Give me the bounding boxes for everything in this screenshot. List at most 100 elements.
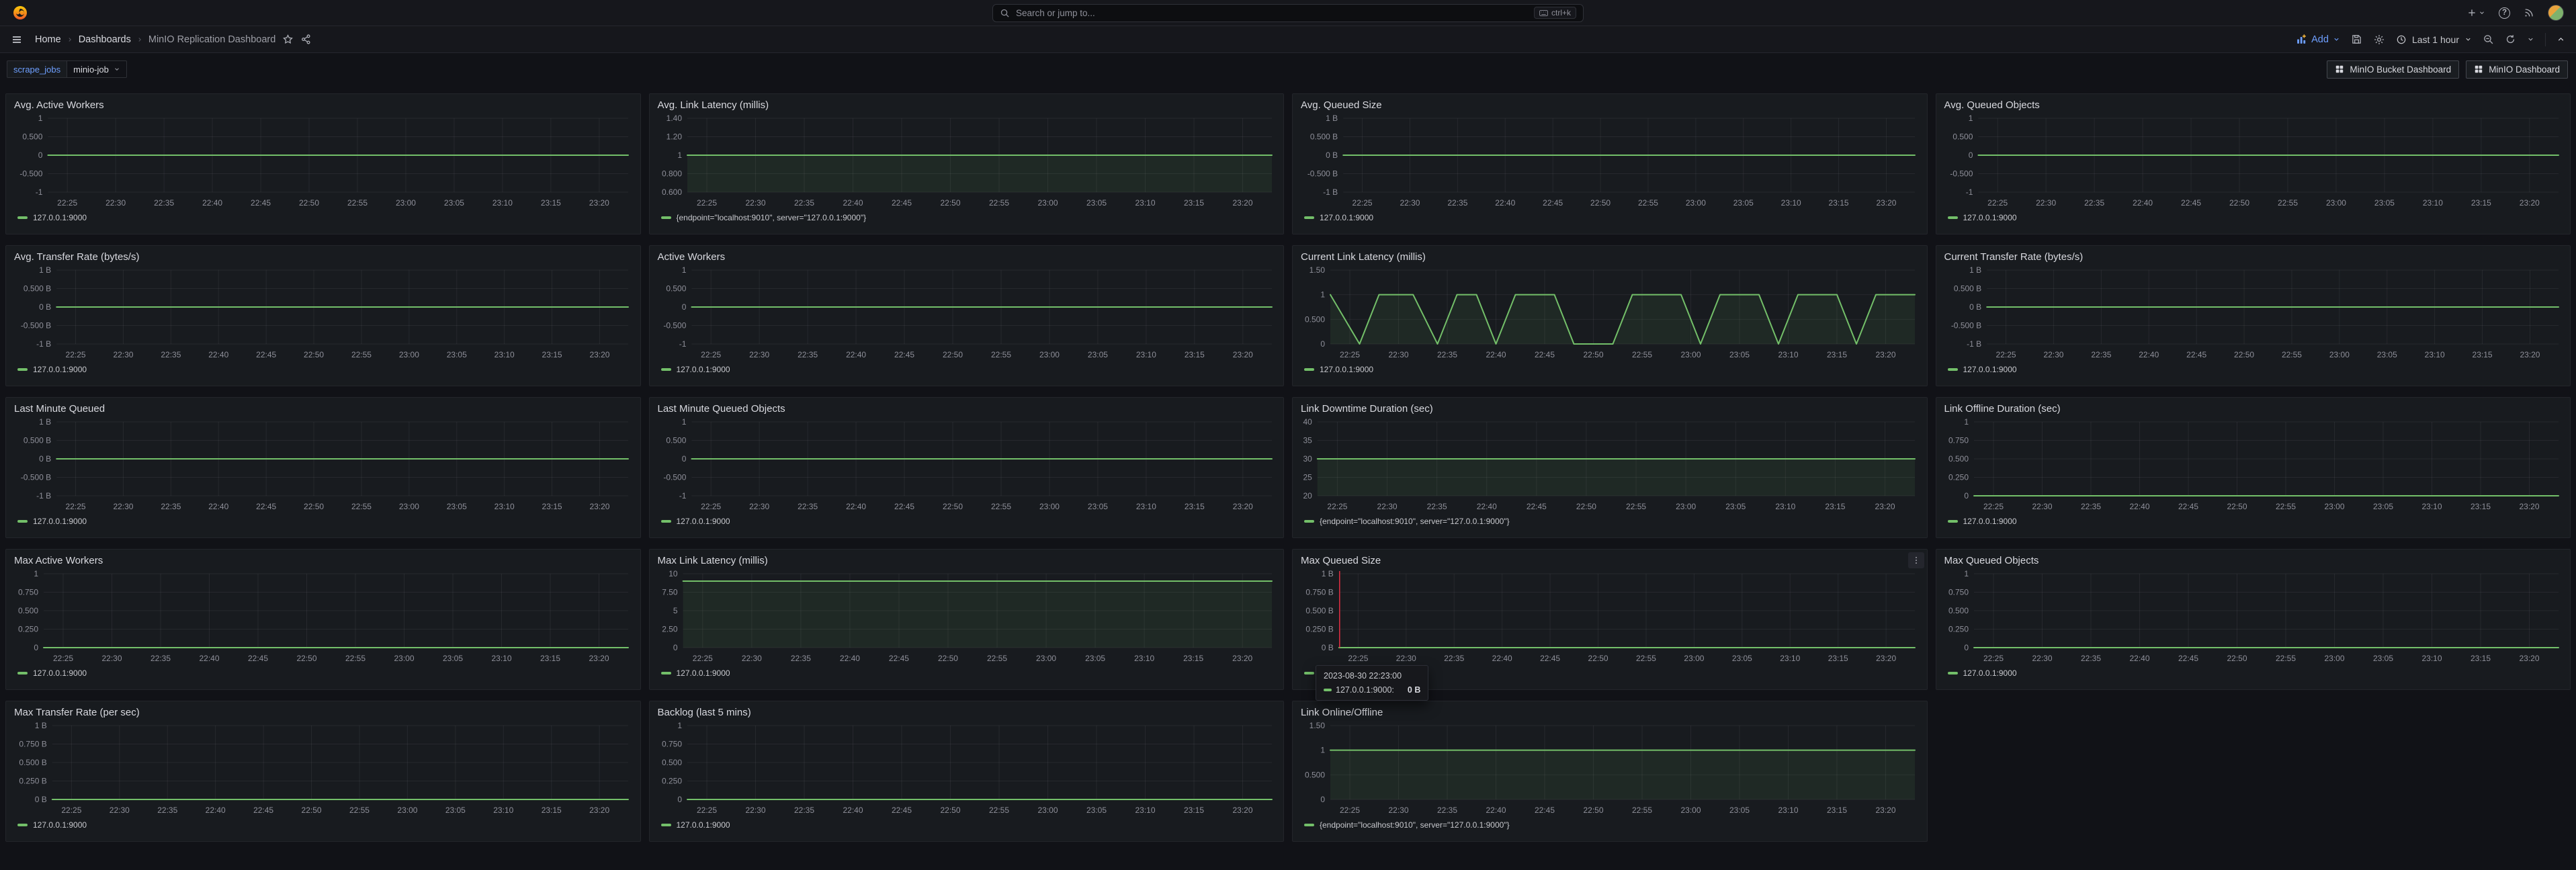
add-panel-button[interactable]: Add: [2296, 34, 2340, 45]
variable-value-dropdown[interactable]: minio-job: [67, 60, 127, 78]
create-menu-button[interactable]: [2466, 7, 2485, 18]
chart-canvas[interactable]: 107.5052.50022:2522:3022:3522:4022:4522:…: [656, 568, 1276, 666]
panel-title[interactable]: Avg. Transfer Rate (bytes/s): [14, 251, 634, 264]
chart-canvas[interactable]: 403530252022:2522:3022:3522:4022:4522:50…: [1299, 417, 1919, 515]
panel-title[interactable]: Max Link Latency (millis): [658, 554, 1277, 568]
chart-canvas[interactable]: 10.5000-0.500-122:2522:3022:3522:4022:45…: [656, 265, 1276, 363]
svg-text:22:40: 22:40: [1486, 350, 1506, 359]
panel-title[interactable]: Current Link Latency (millis): [1301, 251, 1920, 264]
chart-canvas[interactable]: 10.7500.5000.250022:2522:3022:3522:4022:…: [13, 568, 632, 666]
chart-canvas[interactable]: 10.7500.5000.250022:2522:3022:3522:4022:…: [656, 720, 1276, 818]
legend-item[interactable]: 127.0.0.1:9000: [13, 363, 634, 374]
chart-canvas[interactable]: 1 B0.500 B0 B-0.500 B-1 B22:2522:3022:35…: [1299, 113, 1919, 211]
mega-menu-button[interactable]: [11, 34, 23, 45]
time-range-picker[interactable]: Last 1 hour: [2396, 34, 2472, 45]
grafana-logo-icon[interactable]: [12, 5, 28, 21]
legend-item[interactable]: {endpoint="localhost:9010", server="127.…: [1299, 818, 1920, 830]
dashboard-settings-button[interactable]: [2373, 34, 2385, 46]
panel-title[interactable]: Link Downtime Duration (sec): [1301, 402, 1920, 416]
chart-canvas[interactable]: 10.7500.5000.250022:2522:3022:3522:4022:…: [1943, 417, 2563, 515]
link-minio-bucket-dashboard[interactable]: MinIO Bucket Dashboard: [2327, 60, 2459, 79]
svg-text:-1: -1: [679, 339, 686, 349]
panel-title[interactable]: Current Transfer Rate (bytes/s): [1944, 251, 2564, 264]
refresh-interval-dropdown[interactable]: [2527, 36, 2534, 43]
panel-title[interactable]: Max Transfer Rate (per sec): [14, 706, 634, 720]
chart-canvas[interactable]: 10.7500.5000.250022:2522:3022:3522:4022:…: [1943, 568, 2563, 666]
chevron-right-icon: [67, 36, 73, 43]
svg-text:23:15: 23:15: [542, 502, 562, 511]
panel-title[interactable]: Active Workers: [658, 251, 1277, 264]
chart-canvas[interactable]: 10.5000-0.500-122:2522:3022:3522:4022:45…: [1943, 113, 2563, 211]
panel-title[interactable]: Backlog (last 5 mins): [658, 706, 1277, 720]
svg-text:22:45: 22:45: [256, 350, 276, 359]
panel-menu-button[interactable]: [1908, 552, 1924, 568]
dashboard-links: MinIO Bucket Dashboard MinIO Dashboard: [2327, 60, 2569, 79]
search-input[interactable]: Search or jump to... ctrl+k: [992, 4, 1584, 22]
svg-text:22:45: 22:45: [891, 806, 911, 815]
news-button[interactable]: [2524, 7, 2534, 18]
panel-title[interactable]: Avg. Link Latency (millis): [658, 99, 1277, 112]
share-button[interactable]: [300, 34, 312, 45]
legend-item[interactable]: {endpoint="localhost:9010", server="127.…: [656, 211, 1277, 222]
user-avatar[interactable]: [2548, 5, 2564, 21]
panel-title[interactable]: Link Online/Offline: [1301, 706, 1920, 720]
svg-text:22:25: 22:25: [696, 806, 716, 815]
legend-item[interactable]: 127.0.0.1:9000: [1943, 666, 2564, 678]
chart-canvas[interactable]: 1 B0.500 B0 B-0.500 B-1 B22:2522:3022:35…: [13, 265, 632, 363]
legend-item[interactable]: 127.0.0.1:9000: [13, 818, 634, 830]
breadcrumb-dashboards[interactable]: Dashboards: [79, 34, 131, 45]
help-button[interactable]: ?: [2499, 7, 2510, 19]
svg-text:0.500: 0.500: [22, 132, 42, 142]
legend-item[interactable]: 127.0.0.1:9000: [656, 515, 1277, 526]
legend-item[interactable]: 127.0.0.1:9000: [13, 211, 634, 222]
svg-text:1: 1: [677, 150, 682, 160]
chart-canvas[interactable]: 1.5010.500022:2522:3022:3522:4022:4522:5…: [1299, 720, 1919, 818]
help-icon: ?: [2499, 7, 2510, 19]
panel-title[interactable]: Avg. Queued Size: [1301, 99, 1920, 112]
panel-title[interactable]: Last Minute Queued Objects: [658, 402, 1277, 416]
svg-text:23:10: 23:10: [1778, 806, 1798, 815]
collapse-bar-button[interactable]: [2557, 35, 2565, 44]
svg-text:22:55: 22:55: [1638, 198, 1658, 208]
legend-item[interactable]: 127.0.0.1:9000: [1299, 211, 1920, 222]
chart-canvas[interactable]: 1.5010.500022:2522:3022:3522:4022:4522:5…: [1299, 265, 1919, 363]
legend-item[interactable]: {endpoint="localhost:9010", server="127.…: [1299, 515, 1920, 526]
legend-swatch: [661, 520, 671, 523]
legend-item[interactable]: 127.0.0.1:9000: [13, 666, 634, 678]
chart-canvas[interactable]: 1 B0.750 B0.500 B0.250 B0 B22:2522:3022:…: [13, 720, 632, 818]
refresh-button[interactable]: [2505, 34, 2516, 45]
chart-canvas[interactable]: 10.5000-0.500-122:2522:3022:3522:4022:45…: [13, 113, 632, 211]
legend-item[interactable]: 127.0.0.1:9000: [1943, 363, 2564, 374]
legend-swatch: [1304, 368, 1314, 371]
chart-canvas[interactable]: 1 B0.750 B0.500 B0.250 B0 B22:2522:3022:…: [1299, 568, 1919, 666]
legend-item[interactable]: 127.0.0.1:9000: [13, 515, 634, 526]
legend-item[interactable]: 127.0.0.1:9000: [656, 666, 1277, 678]
zoom-out-button[interactable]: [2483, 34, 2494, 45]
svg-text:22:30: 22:30: [741, 654, 761, 663]
panel-title[interactable]: Last Minute Queued: [14, 402, 634, 416]
legend-item[interactable]: 127.0.0.1:9000: [656, 363, 1277, 374]
panel-title[interactable]: Max Queued Size: [1301, 554, 1920, 568]
panel-title[interactable]: Link Offline Duration (sec): [1944, 402, 2564, 416]
svg-text:1: 1: [681, 265, 686, 275]
legend-item[interactable]: 127.0.0.1:9000: [1299, 363, 1920, 374]
chart-canvas[interactable]: 1 B0.500 B0 B-0.500 B-1 B22:2522:3022:35…: [13, 417, 632, 515]
legend-item[interactable]: 127.0.0.1:9000: [656, 818, 1277, 830]
svg-text:23:05: 23:05: [1725, 502, 1746, 511]
save-dashboard-button[interactable]: [2351, 34, 2362, 45]
breadcrumb-home[interactable]: Home: [35, 34, 61, 45]
chart-canvas[interactable]: 1.401.2010.8000.60022:2522:3022:3522:402…: [656, 113, 1276, 211]
svg-text:23:00: 23:00: [399, 350, 419, 359]
chart-canvas[interactable]: 10.5000-0.500-122:2522:3022:3522:4022:45…: [656, 417, 1276, 515]
panel-title[interactable]: Max Queued Objects: [1944, 554, 2564, 568]
svg-text:22:30: 22:30: [1396, 654, 1416, 663]
legend-item[interactable]: 127.0.0.1:9000: [1943, 515, 2564, 526]
legend-item[interactable]: 127.0.0.1:9000: [1943, 211, 2564, 222]
chart-canvas[interactable]: 1 B0.500 B0 B-0.500 B-1 B22:2522:3022:35…: [1943, 265, 2563, 363]
panel-title[interactable]: Max Active Workers: [14, 554, 634, 568]
link-minio-dashboard[interactable]: MinIO Dashboard: [2466, 60, 2568, 79]
panel-title[interactable]: Avg. Active Workers: [14, 99, 634, 112]
legend-label: 127.0.0.1:9000: [1320, 213, 1373, 222]
panel-title[interactable]: Avg. Queued Objects: [1944, 99, 2564, 112]
favorite-button[interactable]: [282, 34, 294, 45]
